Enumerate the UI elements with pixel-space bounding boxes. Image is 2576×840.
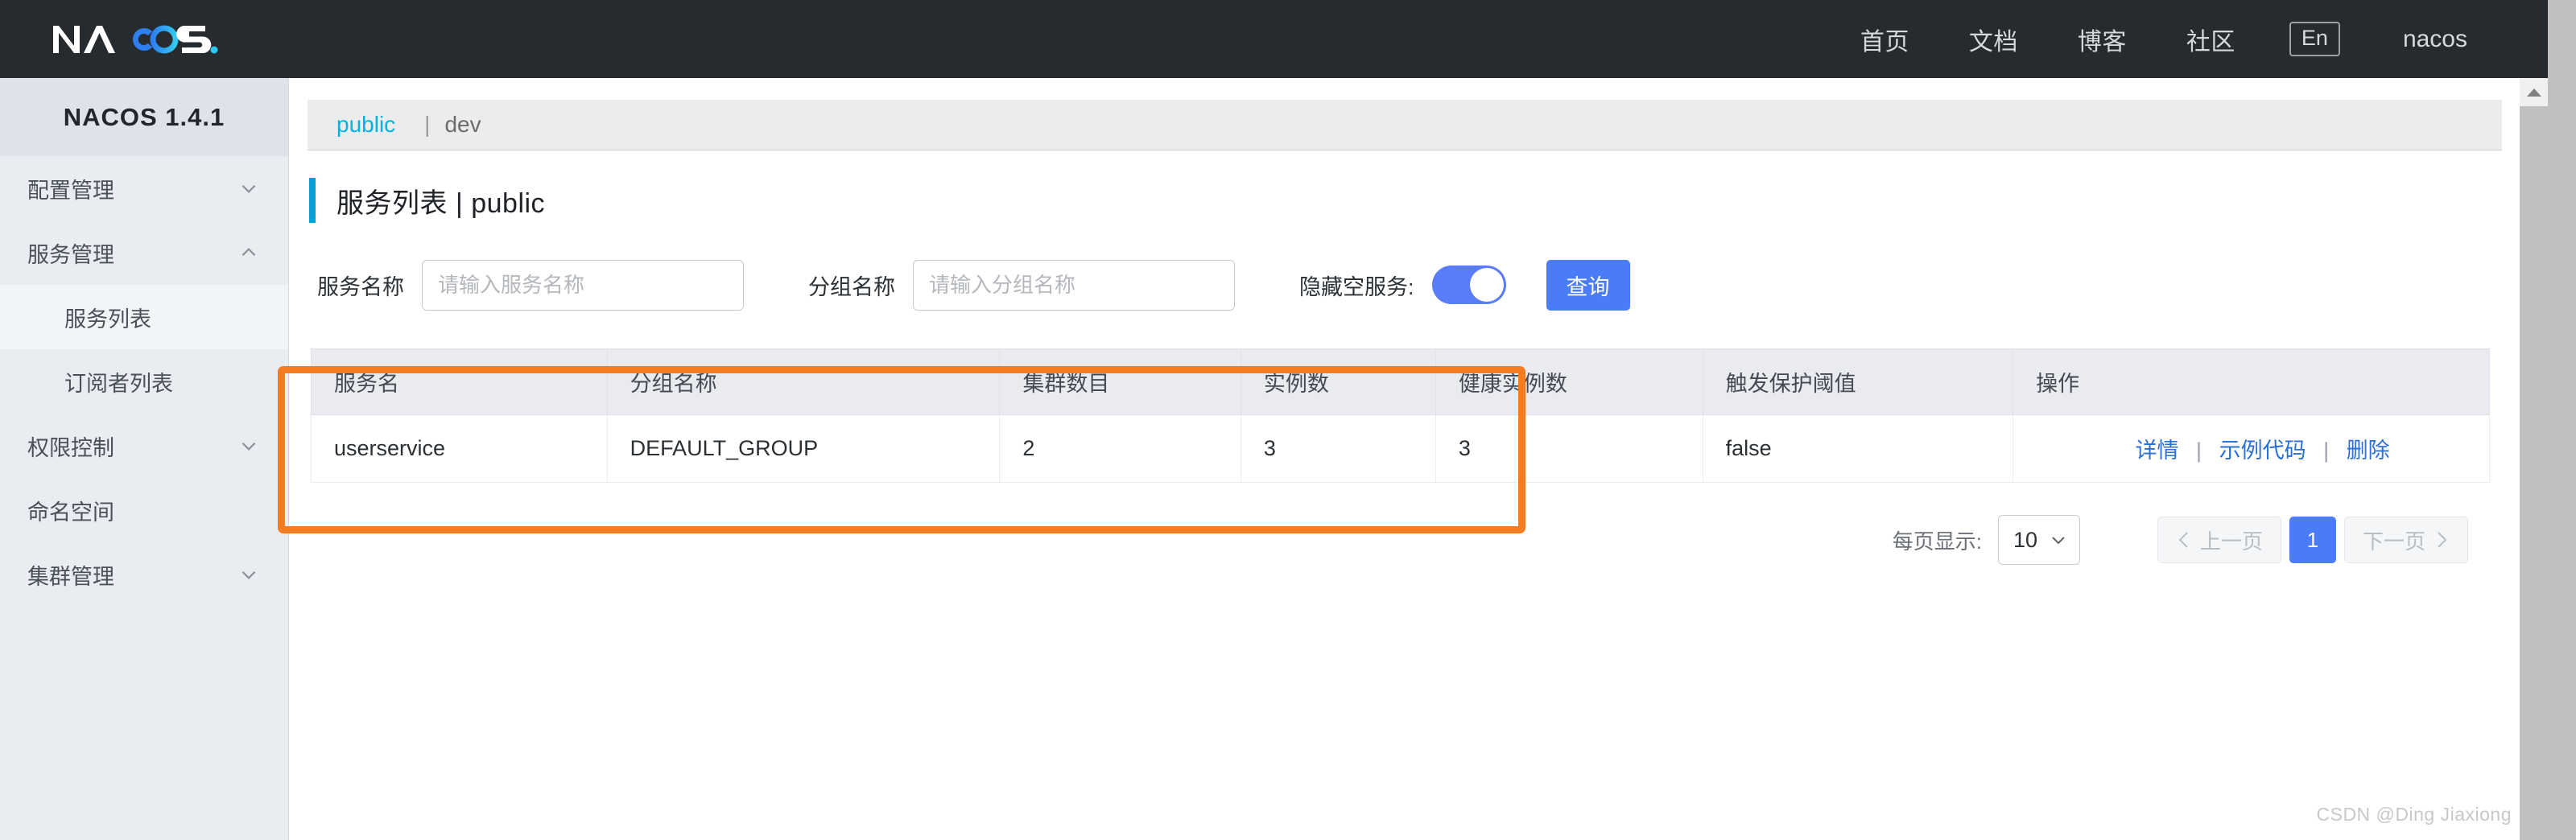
content-scrollbar[interactable] xyxy=(2520,78,2548,840)
filter-bar: 服务名称 分组名称 隐藏空服务: 查询 创建服务 xyxy=(317,257,2520,313)
search-group-name-input[interactable] xyxy=(913,259,1235,311)
service-table-wrapper: 服务名 分组名称 集群数目 实例数 健康实例数 触发保护阈值 操作 userse… xyxy=(311,348,2490,483)
cell-operations: 详情 | 示例代码 | 删除 xyxy=(2013,414,2490,483)
action-separator: | xyxy=(2323,439,2330,463)
cell-instance-count: 3 xyxy=(1240,414,1436,483)
sidebar-item-namespace[interactable]: 命名空间 xyxy=(0,478,288,542)
sidebar-item-label: 命名空间 xyxy=(27,500,114,525)
column-header-cluster-count[interactable]: 集群数目 xyxy=(999,348,1241,415)
column-header-service-name[interactable]: 服务名 xyxy=(311,348,608,415)
nav-community[interactable]: 社区 xyxy=(2157,22,2265,57)
next-page-button[interactable]: 下一页 xyxy=(2343,517,2468,563)
sidebar-item-permission-control[interactable]: 权限控制 xyxy=(0,414,288,478)
search-service-name-input[interactable] xyxy=(422,259,744,311)
per-page-select[interactable]: 10 xyxy=(1997,515,2080,565)
chevron-right-icon xyxy=(2438,532,2447,548)
chevron-down-icon xyxy=(2052,537,2065,545)
sidebar-item-label: 服务管理 xyxy=(27,242,114,267)
hide-empty-service-toggle[interactable] xyxy=(1431,266,1506,304)
query-button[interactable]: 查询 xyxy=(1546,259,1630,311)
prev-page-button[interactable]: 上一页 xyxy=(2157,517,2281,563)
chevron-down-icon xyxy=(242,184,256,193)
top-header: 首页 文档 博客 社区 En nacos xyxy=(0,0,2548,78)
sample-code-link[interactable]: 示例代码 xyxy=(2219,439,2306,463)
window-scrollbar[interactable] xyxy=(2548,0,2576,840)
main-content: public | dev 服务列表 | public 服务名称 分组名称 隐藏空… xyxy=(290,78,2520,840)
sidebar-version-title: NACOS 1.4.1 xyxy=(0,78,288,156)
chevron-down-icon xyxy=(242,442,256,451)
cell-group-name: DEFAULT_GROUP xyxy=(606,414,1001,483)
sidebar-item-config-management[interactable]: 配置管理 xyxy=(0,156,288,220)
nacos-logo[interactable] xyxy=(50,19,251,60)
sidebar-item-cluster-management[interactable]: 集群管理 xyxy=(0,542,288,607)
column-header-group-name[interactable]: 分组名称 xyxy=(606,348,1001,415)
breadcrumb-namespace-link[interactable]: public xyxy=(336,112,395,138)
service-name-label: 服务名称 xyxy=(317,274,404,299)
prev-page-label: 上一页 xyxy=(2199,529,2263,554)
chevron-down-icon xyxy=(242,570,256,579)
title-accent-bar xyxy=(309,178,316,223)
nav-docs[interactable]: 文档 xyxy=(1939,22,2048,57)
hide-empty-service-label: 隐藏空服务: xyxy=(1299,274,1414,299)
watermark: CSDN @Ding Jiaxiong xyxy=(2316,804,2512,825)
scroll-up-button[interactable] xyxy=(2520,78,2548,106)
column-header-protect-threshold[interactable]: 触发保护阈值 xyxy=(1702,348,2014,415)
pagination: 每页显示: 10 上一页 1 下一页 xyxy=(290,515,2468,565)
service-table: 服务名 分组名称 集群数目 实例数 健康实例数 触发保护阈值 操作 userse… xyxy=(311,348,2490,483)
chevron-left-icon xyxy=(2178,532,2188,548)
detail-link[interactable]: 详情 xyxy=(2136,439,2179,463)
sidebar: NACOS 1.4.1 配置管理 服务管理 服务列表 订阅者列表 权限控制 命名… xyxy=(0,78,289,840)
per-page-value: 10 xyxy=(2013,527,2038,552)
sidebar-subitem-label: 服务列表 xyxy=(64,307,151,331)
action-separator: | xyxy=(2196,439,2202,463)
sidebar-item-label: 权限控制 xyxy=(27,435,114,460)
sidebar-item-label: 集群管理 xyxy=(27,564,114,589)
sidebar-subitem-label: 订阅者列表 xyxy=(64,371,173,396)
user-menu[interactable]: nacos xyxy=(2403,26,2467,53)
nacos-console-window: 首页 文档 博客 社区 En nacos NACOS 1.4.1 配置管理 服务… xyxy=(0,0,2576,840)
nav-home[interactable]: 首页 xyxy=(1831,22,1939,57)
sidebar-item-service-management[interactable]: 服务管理 xyxy=(0,220,288,285)
toggle-knob xyxy=(1469,268,1504,302)
triangle-up-icon xyxy=(2526,88,2541,97)
chevron-up-icon xyxy=(242,248,256,257)
page-title-row: 服务列表 | public xyxy=(309,178,2520,223)
page-number-1-button[interactable]: 1 xyxy=(2289,517,2336,563)
table-header-row: 服务名 分组名称 集群数目 实例数 健康实例数 触发保护阈值 操作 xyxy=(311,348,2490,415)
breadcrumb: public | dev xyxy=(308,100,2502,150)
column-header-healthy-instance-count[interactable]: 健康实例数 xyxy=(1435,348,1703,415)
group-name-label: 分组名称 xyxy=(808,274,895,299)
language-toggle-button[interactable]: En xyxy=(2289,22,2340,56)
nacos-logo-icon xyxy=(53,25,218,53)
cell-cluster-count: 2 xyxy=(999,414,1241,483)
breadcrumb-current: dev xyxy=(444,112,481,137)
pagination-nav: 上一页 1 下一页 xyxy=(2157,517,2468,563)
delete-link[interactable]: 删除 xyxy=(2347,439,2390,463)
header-nav: 首页 文档 博客 社区 En nacos xyxy=(1831,22,2548,57)
next-page-label: 下一页 xyxy=(2362,529,2425,554)
table-row: userservice DEFAULT_GROUP 2 3 3 false 详情… xyxy=(311,414,2490,483)
sidebar-item-service-list[interactable]: 服务列表 xyxy=(0,285,288,349)
nav-blog[interactable]: 博客 xyxy=(2048,22,2157,57)
cell-service-name: userservice xyxy=(311,414,608,483)
column-header-operations[interactable]: 操作 xyxy=(2013,348,2490,415)
page-title: 服务列表 | public xyxy=(336,187,546,219)
sidebar-item-subscriber-list[interactable]: 订阅者列表 xyxy=(0,349,288,414)
cell-protect-threshold: false xyxy=(1702,414,2014,483)
cell-healthy-instance-count: 3 xyxy=(1435,414,1703,483)
per-page-label: 每页显示: xyxy=(1892,529,1982,554)
sidebar-item-label: 配置管理 xyxy=(27,178,114,203)
column-header-instance-count[interactable]: 实例数 xyxy=(1240,348,1436,415)
breadcrumb-separator: | xyxy=(424,112,431,137)
